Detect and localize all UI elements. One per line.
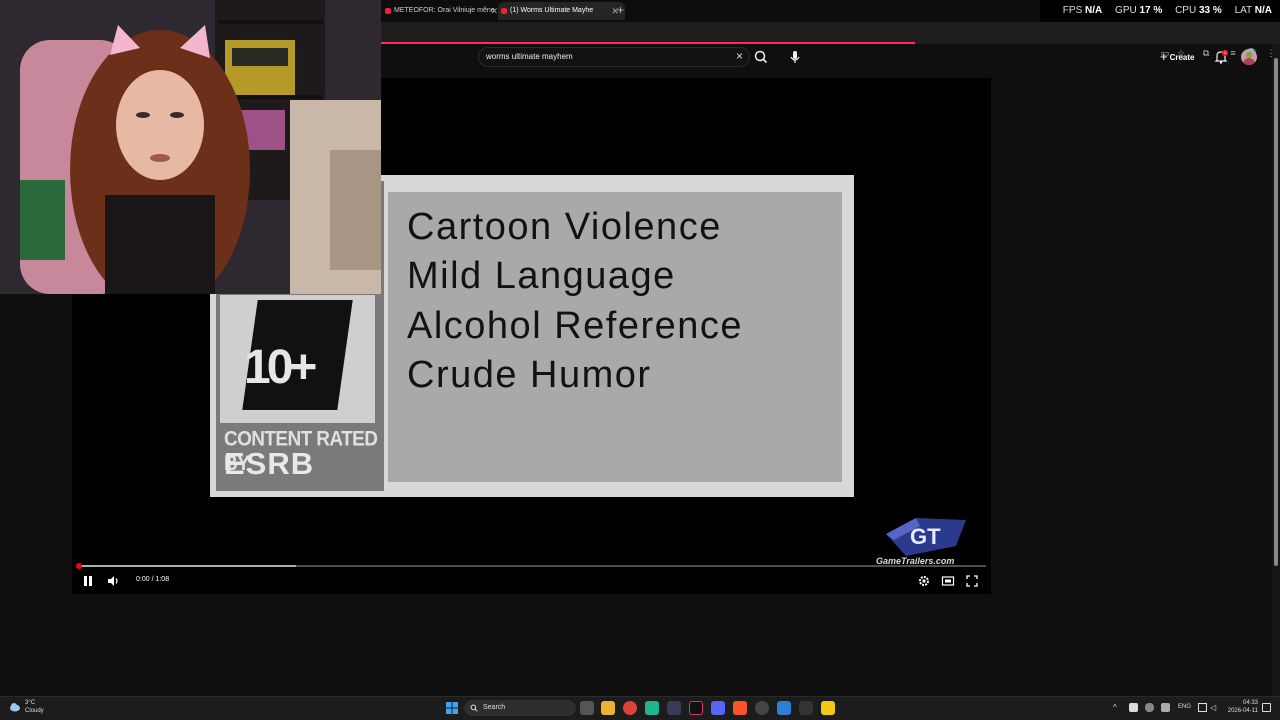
weather-condition: Cloudy bbox=[25, 708, 44, 714]
app-icon[interactable] bbox=[799, 701, 813, 715]
app-icon[interactable] bbox=[645, 701, 659, 715]
user-avatar[interactable] bbox=[1241, 49, 1257, 65]
search-box[interactable]: worms ultimate mayhem × bbox=[478, 47, 750, 67]
perf-label: GPU bbox=[1115, 5, 1137, 16]
windows-taskbar: 3°C Cloudy Search ^ ENG ◁ 04:33 2026-04-… bbox=[0, 696, 1280, 720]
fullscreen-icon[interactable] bbox=[965, 574, 979, 588]
cloudy-weather-icon bbox=[10, 703, 20, 712]
speaker-icon[interactable]: ◁ bbox=[1210, 703, 1219, 712]
tab-favicon-icon bbox=[501, 8, 507, 14]
notification-badge: 1 bbox=[1222, 50, 1228, 56]
content-descriptor: Cartoon Violence bbox=[407, 206, 722, 248]
progress-scrubber-handle[interactable] bbox=[76, 563, 82, 569]
create-label: Create bbox=[1169, 53, 1195, 62]
clock-time[interactable]: 04:33 bbox=[1226, 700, 1258, 706]
task-view-icon[interactable] bbox=[580, 701, 594, 715]
search-icon bbox=[470, 704, 478, 712]
theater-mode-icon[interactable] bbox=[941, 574, 955, 588]
new-tab-button[interactable]: + bbox=[617, 3, 624, 17]
plus-icon: + bbox=[1160, 49, 1168, 64]
network-icon[interactable] bbox=[1198, 703, 1207, 712]
content-descriptors-panel: Cartoon Violence Mild Language Alcohol R… bbox=[388, 192, 842, 482]
chevron-up-icon[interactable]: ^ bbox=[1113, 703, 1122, 712]
brave-icon[interactable] bbox=[733, 701, 747, 715]
weather-temperature: 3°C bbox=[25, 700, 36, 706]
performance-overlay: FPS N/A GPU 17 % CPU 33 % LAT N/A bbox=[1040, 0, 1280, 22]
sticky-notes-icon[interactable] bbox=[821, 701, 835, 715]
extensions-icon[interactable]: ⧉ bbox=[1201, 48, 1211, 58]
terminal-icon[interactable] bbox=[667, 701, 681, 715]
clock-date[interactable]: 2026-04-11 bbox=[1222, 708, 1258, 714]
page-scrollbar[interactable] bbox=[1272, 44, 1280, 696]
tab-meteofor[interactable]: METEOFOR: Orai Vilniuje měne ✕ bbox=[382, 2, 504, 20]
perf-value: 17 % bbox=[1139, 5, 1163, 16]
chrome-icon[interactable] bbox=[623, 701, 637, 715]
taskbar-search-label: Search bbox=[483, 704, 506, 711]
gametrailers-logo-letters: GT bbox=[910, 524, 941, 549]
app-icon[interactable] bbox=[777, 701, 791, 715]
content-descriptor: Crude Humor bbox=[407, 354, 652, 396]
video-time-display: 0:00 / 1:08 bbox=[136, 576, 170, 583]
esrb-board-name: ESRB bbox=[224, 446, 315, 481]
video-progress-bar[interactable] bbox=[78, 565, 986, 567]
tiktok-icon[interactable] bbox=[689, 701, 703, 715]
microphone-icon[interactable] bbox=[1161, 703, 1170, 712]
app-icon[interactable] bbox=[755, 701, 769, 715]
perf-value: N/A bbox=[1085, 5, 1103, 16]
perf-label: FPS bbox=[1062, 5, 1083, 16]
perf-value: N/A bbox=[1254, 5, 1272, 16]
perf-label: LAT bbox=[1234, 5, 1252, 16]
microphone-icon[interactable] bbox=[786, 48, 804, 66]
tab-favicon-icon bbox=[385, 8, 391, 14]
webcam-feed-image bbox=[0, 0, 381, 294]
content-descriptor: Mild Language bbox=[407, 255, 676, 297]
sidebar-icon[interactable]: ≡ bbox=[1228, 48, 1238, 58]
notifications-icon[interactable] bbox=[1262, 703, 1271, 712]
page-loading-bar bbox=[380, 42, 915, 44]
tab-title: METEOFOR: Orai Vilniuje měne bbox=[394, 7, 495, 14]
settings-gear-icon[interactable] bbox=[917, 574, 931, 588]
discord-icon[interactable] bbox=[711, 701, 725, 715]
webcam-overlay bbox=[0, 0, 381, 294]
volume-icon[interactable] bbox=[106, 574, 120, 588]
search-icon[interactable] bbox=[752, 48, 770, 66]
search-input[interactable]: worms ultimate mayhem bbox=[486, 52, 573, 61]
pause-icon[interactable] bbox=[81, 574, 95, 588]
clear-search-icon[interactable]: × bbox=[736, 49, 743, 63]
esrb-age-rating: 10+ bbox=[244, 341, 317, 394]
tab-close-icon[interactable]: ✕ bbox=[490, 2, 498, 20]
scrollbar-thumb[interactable] bbox=[1274, 58, 1278, 566]
tab-youtube-active[interactable]: (1) Worms Ultimate Mayhe ✕ bbox=[498, 2, 625, 20]
perf-label: CPU bbox=[1175, 5, 1197, 16]
content-descriptor: Alcohol Reference bbox=[407, 305, 744, 347]
tab-title: (1) Worms Ultimate Mayhe bbox=[510, 7, 594, 14]
taskbar-search[interactable]: Search bbox=[464, 700, 576, 716]
language-indicator[interactable]: ENG bbox=[1178, 704, 1191, 710]
tray-app-icon[interactable] bbox=[1145, 703, 1154, 712]
perf-value: 33 % bbox=[1198, 5, 1222, 16]
create-button[interactable]: + Create bbox=[1160, 49, 1195, 65]
file-explorer-icon[interactable] bbox=[601, 701, 615, 715]
tray-app-icon[interactable] bbox=[1129, 703, 1138, 712]
progress-buffered bbox=[78, 565, 296, 567]
windows-start-icon[interactable] bbox=[446, 702, 458, 714]
